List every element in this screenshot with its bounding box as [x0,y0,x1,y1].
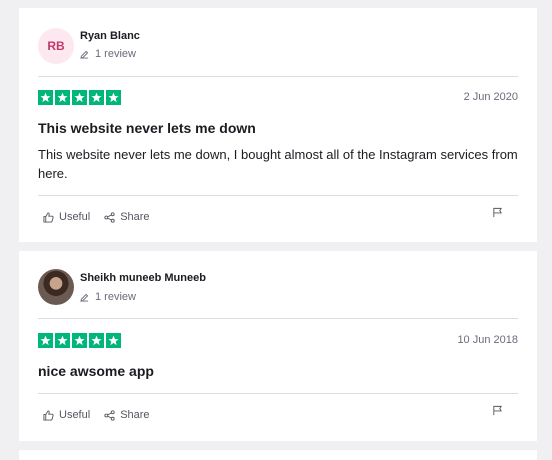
flag-icon[interactable] [492,405,503,416]
useful-label: Useful [59,409,91,421]
review-count: 1 review [80,48,136,60]
useful-label: Useful [59,211,91,223]
thumbs-up-icon [43,409,54,421]
star-rating [38,333,121,348]
review-card: RB Ryan Blanc 1 review 2 Jun 2020 This w… [19,8,537,242]
divider [38,393,518,394]
star-icon [106,333,121,348]
star-icon [89,333,104,348]
useful-button[interactable]: Useful [43,409,90,421]
review-card: Sheikh muneeb Muneeb 1 review 10 Jun 201… [19,251,537,441]
review-date: 2 Jun 2020 [463,91,518,103]
share-icon [104,211,115,223]
star-icon [38,90,53,105]
flag-icon[interactable] [492,207,503,218]
review-date: 10 Jun 2018 [457,334,518,346]
review-count-label: 1 review [95,291,136,303]
review-actions: Useful Share [43,409,150,421]
avatar[interactable]: RB [38,28,74,64]
review-title[interactable]: This website never lets me down [38,120,256,136]
review-count-label: 1 review [95,48,136,60]
share-button[interactable]: Share [104,211,150,223]
review-title[interactable]: nice awsome app [38,363,154,379]
review-actions: Useful Share [43,211,150,223]
pencil-icon [80,293,89,302]
useful-button[interactable]: Useful [43,211,90,223]
star-icon [106,90,121,105]
share-label: Share [120,211,150,223]
star-icon [89,90,104,105]
review-card [19,450,537,460]
star-icon [72,90,87,105]
share-button[interactable]: Share [104,409,150,421]
avatar[interactable] [38,269,74,305]
star-icon [38,333,53,348]
thumbs-up-icon [43,211,54,223]
divider [38,195,518,196]
reviewer-name[interactable]: Ryan Blanc [80,30,140,42]
review-count: 1 review [80,291,136,303]
review-body: This website never lets me down, I bough… [38,147,518,181]
share-icon [104,409,115,421]
pencil-icon [80,50,89,59]
star-icon [55,333,70,348]
share-label: Share [120,409,150,421]
reviewer-name[interactable]: Sheikh muneeb Muneeb [80,272,206,284]
star-icon [55,90,70,105]
star-icon [72,333,87,348]
star-rating [38,90,121,105]
divider [38,318,518,319]
divider [38,76,518,77]
